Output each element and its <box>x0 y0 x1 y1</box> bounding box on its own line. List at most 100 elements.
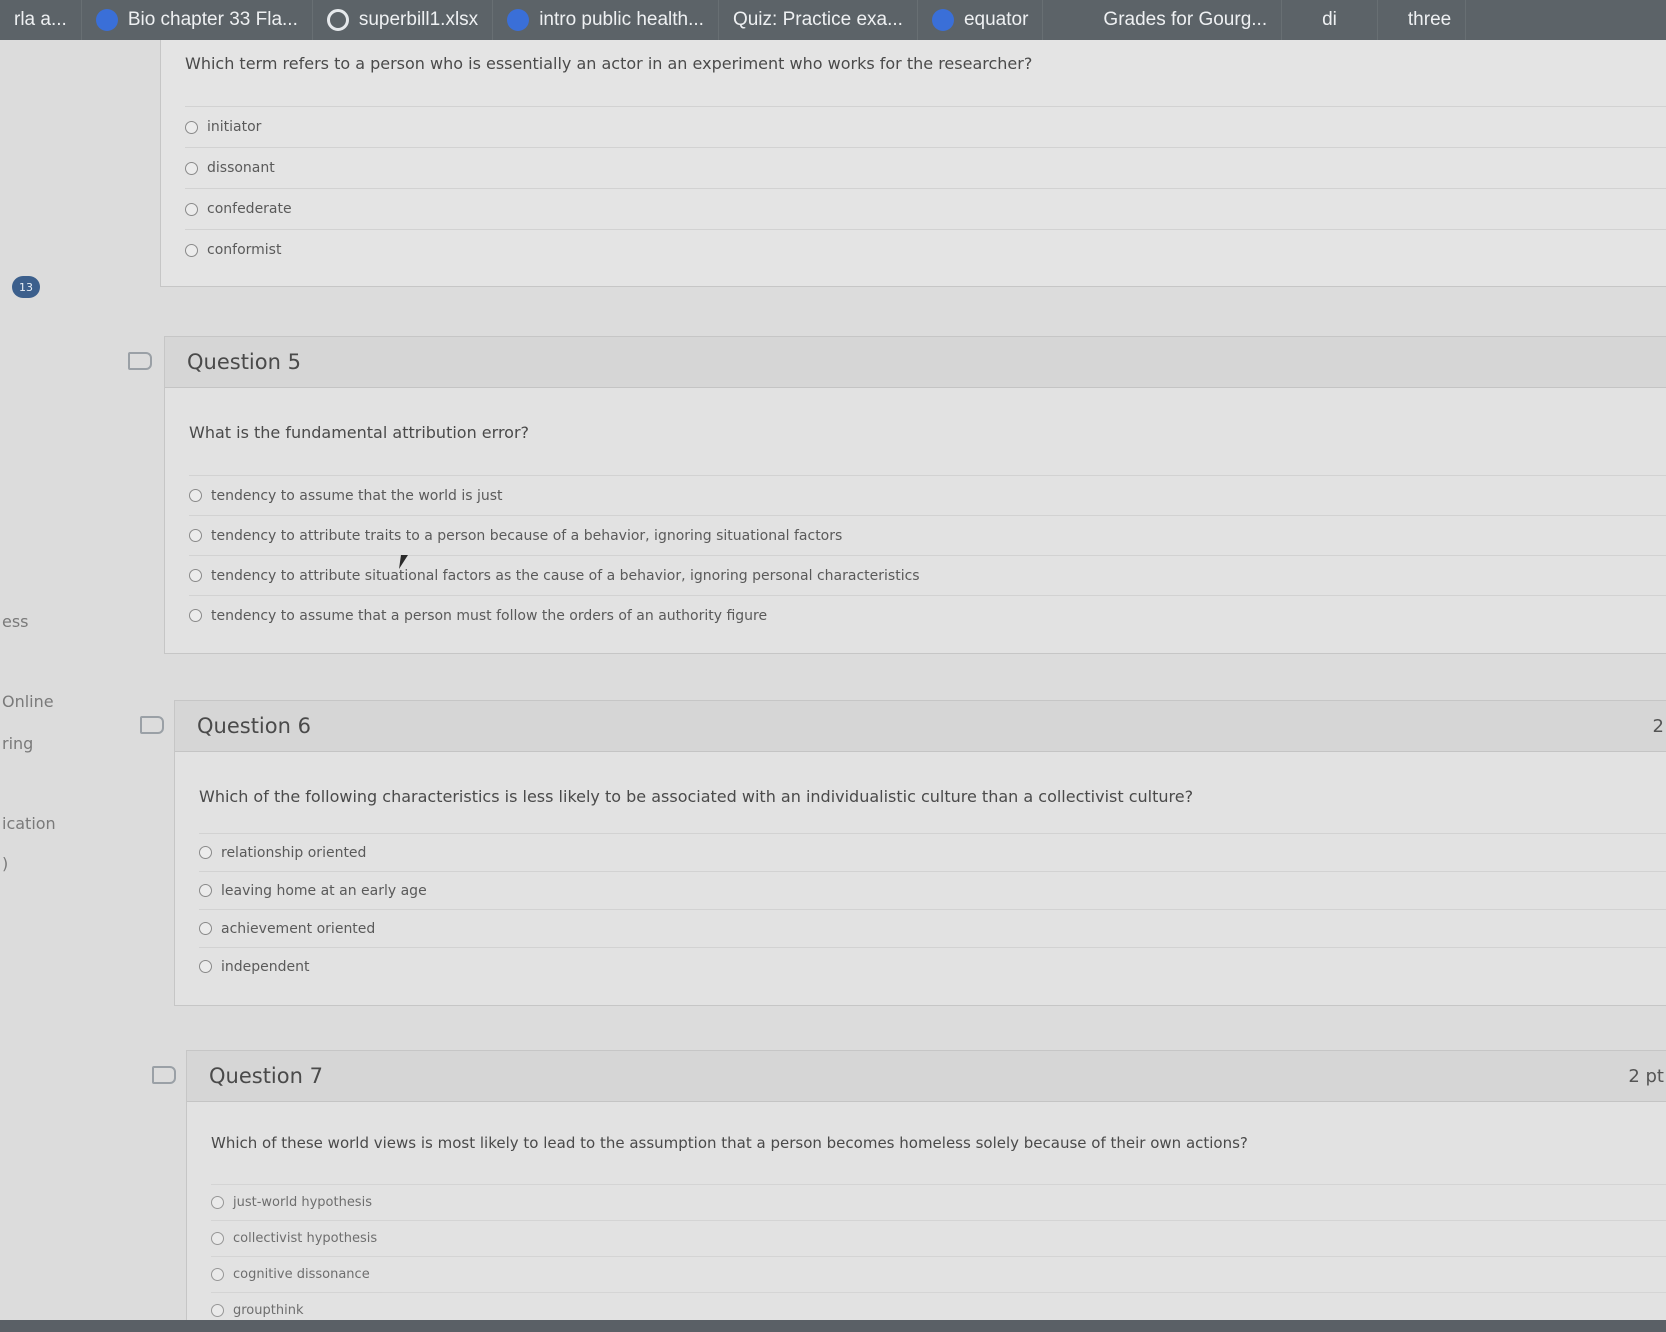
answer-label: just-world hypothesis <box>233 1195 372 1210</box>
flag-question-icon[interactable] <box>140 716 164 734</box>
tab-4[interactable]: Quiz: Practice exa... <box>719 0 918 40</box>
tab-2[interactable]: superbill1.xlsx <box>313 0 494 40</box>
sidebar-item[interactable]: ess <box>2 612 29 631</box>
answer-list: initiator dissonant confederate conformi… <box>185 106 1666 270</box>
question-text: Which of the following characteristics i… <box>199 787 1194 806</box>
question-title: Question 5 <box>187 350 301 374</box>
tab-label: Bio chapter 33 Fla... <box>127 9 298 30</box>
answer-option[interactable]: tendency to attribute situational factor… <box>189 555 1666 595</box>
quizlet-favicon-icon <box>931 9 954 31</box>
sidebar-item[interactable]: Online <box>2 692 54 711</box>
radio-button[interactable] <box>199 922 212 935</box>
tab-label: three <box>1407 9 1452 30</box>
radio-button[interactable] <box>189 489 202 502</box>
answer-option[interactable]: leaving home at an early age <box>199 871 1666 909</box>
tab-3[interactable]: intro public health... <box>493 0 719 40</box>
answer-option[interactable]: tendency to assume that the world is jus… <box>189 475 1666 515</box>
tab-5[interactable]: equator <box>918 0 1044 40</box>
tab-label: Grades for Gourg... <box>1103 9 1268 30</box>
question-header: Question 7 2 pt <box>187 1051 1666 1102</box>
answer-option[interactable]: tendency to attribute traits to a person… <box>189 515 1666 555</box>
question-card-7: Question 7 2 pt Which of these world vie… <box>186 1050 1666 1321</box>
answer-option[interactable]: achievement oriented <box>199 909 1666 947</box>
radio-button[interactable] <box>199 884 212 897</box>
radio-button[interactable] <box>199 960 212 973</box>
question-card-4: Which term refers to a person who is ess… <box>160 40 1666 287</box>
answer-label: tendency to assume that a person must fo… <box>211 607 768 624</box>
flag-question-icon[interactable] <box>152 1066 176 1084</box>
radio-button[interactable] <box>185 243 198 257</box>
question-card-6: Question 6 2 Which of the following char… <box>174 700 1666 1006</box>
answer-label: initiator <box>207 119 262 135</box>
question-title: Question 6 <box>197 714 311 738</box>
bottom-frame <box>0 1320 1666 1332</box>
answer-label: dissonant <box>207 160 275 176</box>
answer-list: relationship oriented leaving home at an… <box>199 833 1666 985</box>
answer-option[interactable]: dissonant <box>185 147 1666 188</box>
answer-label: independent <box>221 958 310 975</box>
radio-button[interactable] <box>211 1232 224 1245</box>
answer-label: groupthink <box>233 1303 304 1318</box>
answer-label: conformist <box>207 242 282 258</box>
question-text: Which of these world views is most likel… <box>211 1134 1248 1152</box>
radio-button[interactable] <box>189 609 202 622</box>
radio-button[interactable] <box>211 1304 224 1317</box>
answer-option[interactable]: initiator <box>185 106 1666 147</box>
answer-option[interactable]: confederate <box>185 188 1666 229</box>
tab-label: di <box>1322 9 1337 30</box>
tab-label: rla a... <box>14 9 67 30</box>
radio-button[interactable] <box>211 1268 224 1281</box>
tab-label: Quiz: Practice exa... <box>732 9 903 30</box>
answer-list: tendency to assume that the world is jus… <box>189 475 1666 635</box>
radio-button[interactable] <box>189 569 202 582</box>
radio-button[interactable] <box>185 161 198 175</box>
answer-label: cognitive dissonance <box>233 1267 370 1282</box>
answer-label: collectivist hypothesis <box>233 1231 378 1246</box>
answer-label: relationship oriented <box>221 844 367 861</box>
tab-label: equator <box>963 9 1029 30</box>
answer-option[interactable]: conformist <box>185 229 1666 270</box>
question-points: 2 pt <box>1628 1065 1664 1087</box>
browser-tab-bar: rla a... Bio chapter 33 Fla... superbill… <box>0 0 1666 40</box>
answer-label: tendency to attribute traits to a person… <box>211 527 843 544</box>
tab-8[interactable]: three <box>1378 0 1467 40</box>
quizlet-favicon-icon <box>95 9 118 31</box>
radio-button[interactable] <box>189 529 202 542</box>
sidebar-item[interactable]: ring <box>2 734 33 753</box>
question-card-5: Question 5 What is the fundamental attri… <box>164 336 1666 654</box>
answer-option[interactable]: tendency to assume that a person must fo… <box>189 595 1666 635</box>
answer-label: tendency to attribute situational factor… <box>211 567 920 584</box>
answer-option[interactable]: cognitive dissonance <box>211 1256 1666 1292</box>
radio-button[interactable] <box>185 202 198 216</box>
question-text: What is the fundamental attribution erro… <box>189 423 530 442</box>
tab-label: intro public health... <box>539 9 704 30</box>
tab-label: superbill1.xlsx <box>358 9 479 30</box>
radio-button[interactable] <box>211 1196 224 1209</box>
sidebar-item[interactable]: ication <box>2 814 56 833</box>
quizlet-favicon-icon <box>507 9 530 31</box>
question-header: Question 5 <box>165 337 1666 388</box>
answer-label: tendency to assume that the world is jus… <box>211 487 503 504</box>
tab-1[interactable]: Bio chapter 33 Fla... <box>82 0 313 40</box>
course-sidebar: 13 ess Online ring ication ) <box>0 40 150 1320</box>
tab-7[interactable]: di <box>1282 0 1378 40</box>
answer-option[interactable]: collectivist hypothesis <box>211 1220 1666 1256</box>
answer-list: just-world hypothesis collectivist hypot… <box>211 1184 1666 1328</box>
sidebar-item[interactable]: ) <box>2 854 8 873</box>
radio-button[interactable] <box>199 846 212 859</box>
flag-question-icon[interactable] <box>128 352 152 370</box>
question-points: 2 <box>1652 715 1664 737</box>
question-title: Question 7 <box>209 1064 323 1088</box>
tab-0[interactable]: rla a... <box>0 0 82 40</box>
answer-label: achievement oriented <box>221 920 376 937</box>
question-text: Which term refers to a person who is ess… <box>185 54 1033 73</box>
tab-6[interactable]: Grades for Gourg... <box>1043 0 1283 40</box>
office-favicon-icon <box>326 9 349 31</box>
answer-option[interactable]: relationship oriented <box>199 833 1666 871</box>
answer-option[interactable]: independent <box>199 947 1666 985</box>
radio-button[interactable] <box>185 120 198 134</box>
notification-badge[interactable]: 13 <box>12 276 40 298</box>
question-header: Question 6 2 <box>175 701 1666 752</box>
answer-option[interactable]: just-world hypothesis <box>211 1184 1666 1220</box>
answer-label: confederate <box>207 201 292 217</box>
